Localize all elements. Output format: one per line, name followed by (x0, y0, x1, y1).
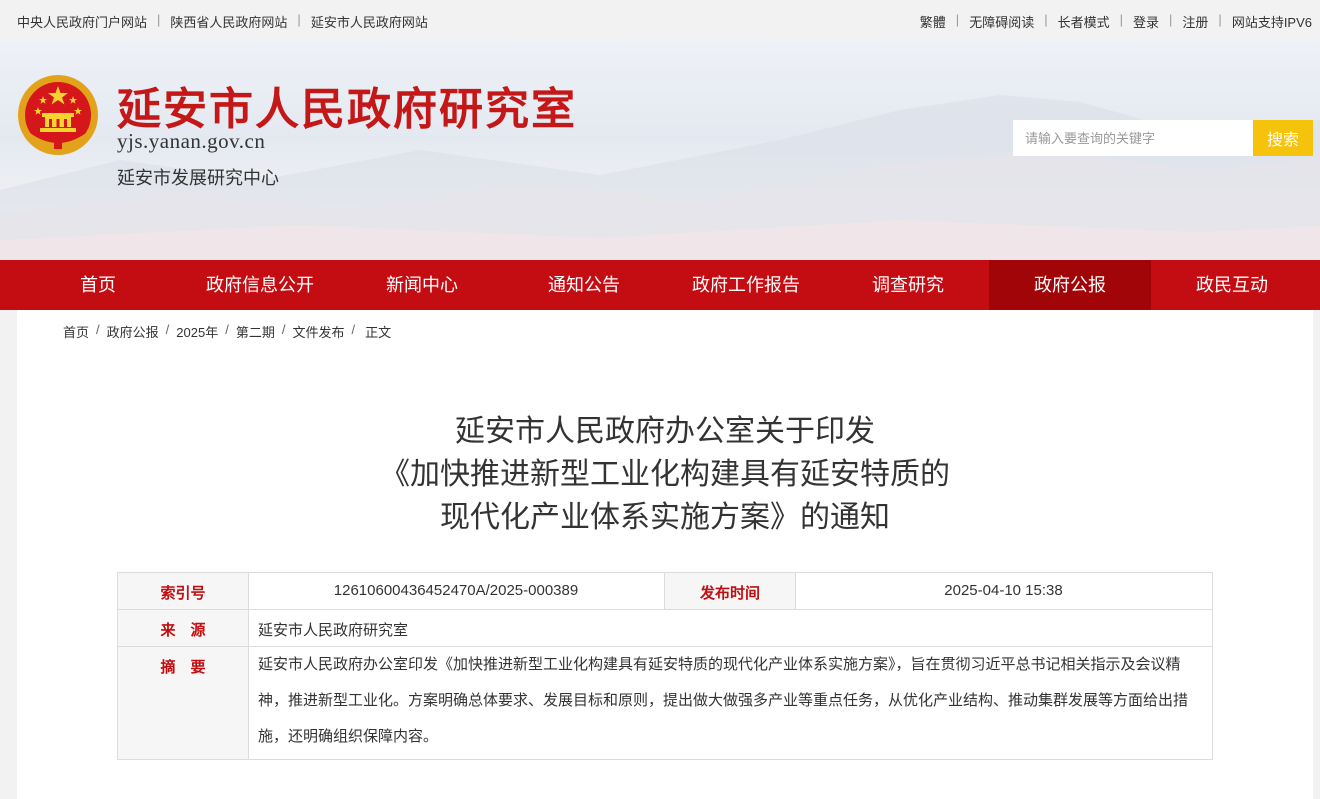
breadcrumb-year[interactable]: 2025年 (176, 322, 218, 341)
article-title: 延安市人民政府办公室关于印发 《加快推进新型工业化构建具有延安特质的 现代化产业… (17, 410, 1313, 539)
meta-row-index: 索引号 12610600436452470A/2025-000389 发布时间 … (117, 572, 1213, 610)
main-content: 首页 / 政府公报 / 2025年 / 第二期 / 文件发布 / 正文 延安市人… (17, 310, 1313, 799)
link-yanan-gov[interactable]: 延安市人民政府网站 (311, 12, 428, 31)
breadcrumb-home[interactable]: 首页 (63, 322, 89, 341)
article-title-line-3: 现代化产业体系实施方案》的通知 (440, 501, 890, 534)
link-central-gov[interactable]: 中央人民政府门户网站 (17, 12, 147, 31)
nav-item-research[interactable]: 调查研究 (827, 260, 989, 310)
nav-item-notices[interactable]: 通知公告 (503, 260, 665, 310)
top-bar: 中央人民政府门户网站 | 陕西省人民政府网站 | 延安市人民政府网站 繁體 | … (0, 0, 1320, 40)
site-subtitle: 延安市发展研究中心 (117, 168, 279, 188)
article-meta-table: 索引号 12610600436452470A/2025-000389 发布时间 … (117, 572, 1213, 760)
search-input[interactable] (1013, 120, 1253, 156)
nav-item-gazette[interactable]: 政府公报 (989, 260, 1151, 310)
link-traditional-chinese[interactable]: 繁體 (920, 12, 946, 31)
breadcrumb-issue[interactable]: 第二期 (236, 322, 275, 341)
divider: | (955, 12, 960, 27)
breadcrumb-gazette[interactable]: 政府公报 (107, 322, 159, 341)
search-button[interactable]: 搜索 (1253, 120, 1313, 156)
divider: | (297, 12, 301, 27)
breadcrumb-separator: / (96, 322, 100, 337)
breadcrumb: 首页 / 政府公报 / 2025年 / 第二期 / 文件发布 / 正文 (63, 322, 391, 341)
top-links-left: 中央人民政府门户网站 | 陕西省人民政府网站 | 延安市人民政府网站 (17, 12, 428, 31)
link-login[interactable]: 登录 (1133, 12, 1159, 31)
divider: | (1044, 12, 1048, 27)
search-box: 搜索 (1013, 120, 1313, 156)
source-label: 来 源 (117, 609, 249, 647)
date-label: 发布时间 (664, 572, 796, 610)
site-header: 延安市人民政府研究室 yjs.yanan.gov.cn 延安市发展研究中心 搜索 (0, 40, 1320, 260)
nav-item-home[interactable]: 首页 (17, 260, 179, 310)
breadcrumb-separator: / (225, 322, 229, 337)
breadcrumb-current: 正文 (365, 325, 392, 340)
site-domain: yjs.yanan.gov.cn (117, 129, 266, 153)
main-nav: 首页 政府信息公开 新闻中心 通知公告 政府工作报告 调查研究 政府公报 政民互… (0, 260, 1320, 310)
nav-item-interaction[interactable]: 政民互动 (1151, 260, 1313, 310)
link-ipv6[interactable]: 网站支持IPV6 (1232, 12, 1312, 31)
nav-item-news[interactable]: 新闻中心 (341, 260, 503, 310)
meta-row-source: 来 源 延安市人民政府研究室 (117, 609, 1213, 647)
index-value: 12610600436452470A/2025-000389 (248, 572, 665, 610)
abstract-value: 延安市人民政府办公室印发《加快推进新型工业化构建具有延安特质的现代化产业体系实施… (248, 646, 1213, 760)
link-accessible-reading[interactable]: 无障碍阅读 (969, 12, 1034, 31)
site-title: 延安市人民政府研究室 (117, 84, 577, 135)
article-title-line-2: 《加快推进新型工业化构建具有延安特质的 (380, 458, 950, 491)
nav-item-gov-info[interactable]: 政府信息公开 (179, 260, 341, 310)
link-elder-mode[interactable]: 长者模式 (1058, 12, 1110, 31)
divider: | (1218, 12, 1222, 27)
top-links-right: 繁體 | 无障碍阅读 | 长者模式 | 登录 | 注册 | 网站支持IPV6 (920, 12, 1312, 31)
divider: | (157, 12, 161, 27)
breadcrumb-separator: / (165, 322, 170, 337)
link-shaanxi-gov[interactable]: 陕西省人民政府网站 (170, 12, 287, 31)
link-register[interactable]: 注册 (1182, 12, 1208, 31)
breadcrumb-separator: / (351, 322, 356, 337)
source-value: 延安市人民政府研究室 (248, 609, 1213, 647)
breadcrumb-documents[interactable]: 文件发布 (292, 322, 344, 341)
abstract-label: 摘 要 (117, 646, 249, 760)
divider: | (1169, 12, 1173, 27)
index-label: 索引号 (117, 572, 249, 610)
divider: | (1119, 12, 1123, 27)
meta-row-abstract: 摘 要 延安市人民政府办公室印发《加快推进新型工业化构建具有延安特质的现代化产业… (117, 646, 1213, 760)
nav-item-work-report[interactable]: 政府工作报告 (665, 260, 827, 310)
article-title-line-1: 延安市人民政府办公室关于印发 (455, 415, 875, 448)
date-value: 2025-04-10 15:38 (795, 572, 1213, 610)
national-emblem-icon (18, 75, 98, 155)
breadcrumb-separator: / (281, 322, 286, 337)
